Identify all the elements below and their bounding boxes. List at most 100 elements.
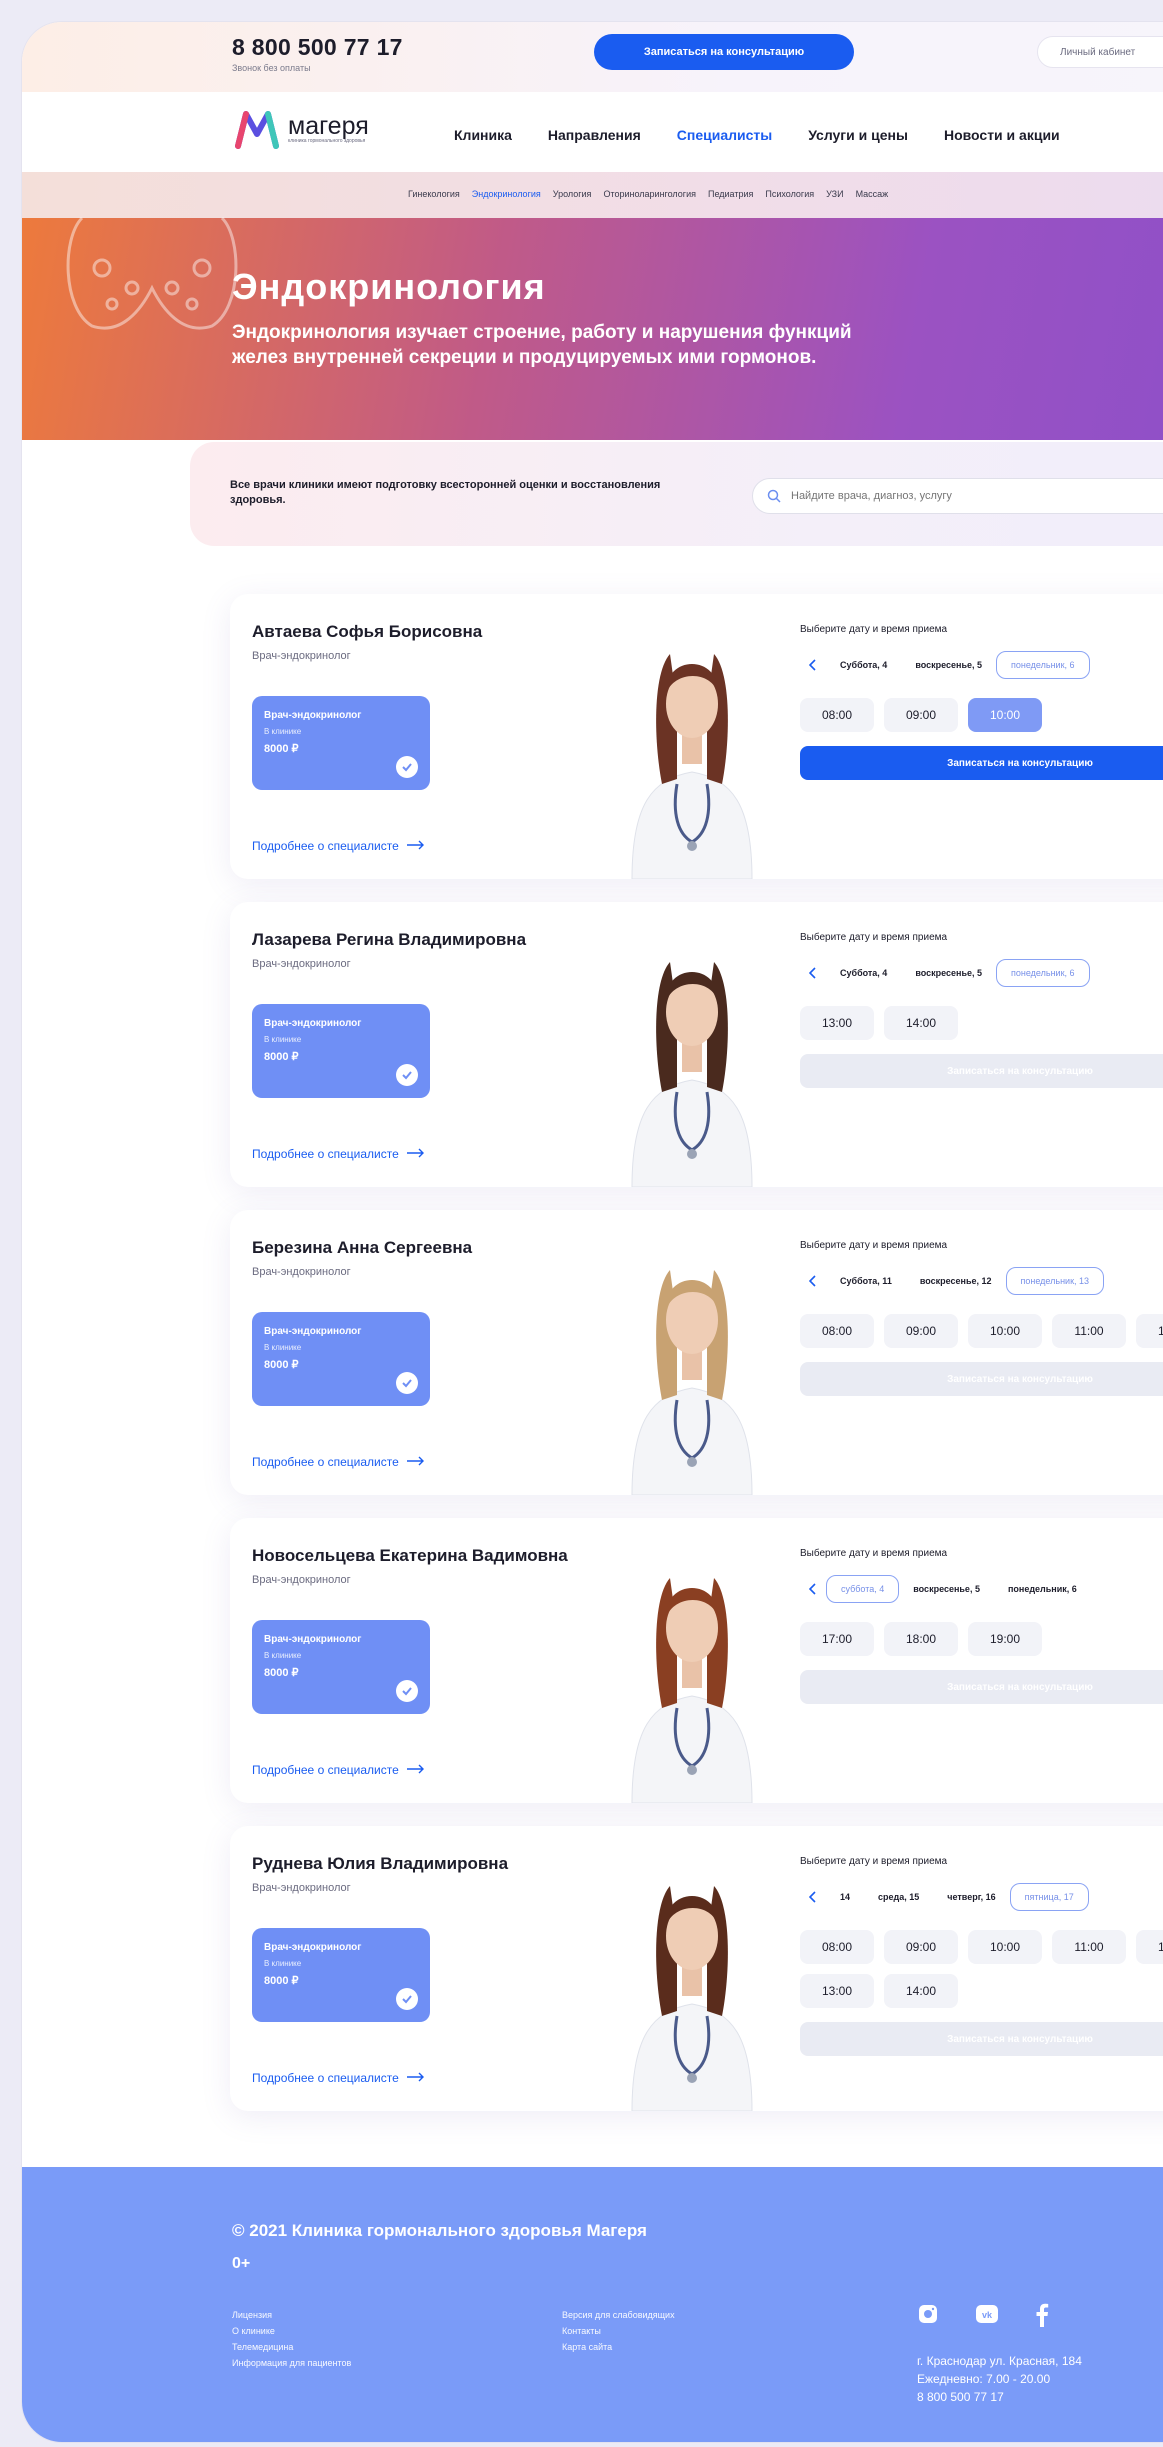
chevron-left-icon[interactable]	[800, 1267, 826, 1295]
time-slot[interactable]: 13:00	[800, 1006, 874, 1040]
day-option[interactable]: понедельник, 6	[996, 651, 1090, 679]
price-card[interactable]: Врач-эндокринолог В клинике 8000 ₽	[252, 1620, 430, 1714]
day-option[interactable]: суббота, 4	[826, 1575, 900, 1603]
subnav-item[interactable]: Педиатрия	[708, 189, 753, 199]
time-slot[interactable]: 08:00	[800, 1930, 874, 1964]
day-option[interactable]: воскресенье, 5	[901, 651, 996, 679]
price-card[interactable]: Врач-эндокринолог В клинике 8000 ₽	[252, 1312, 430, 1406]
book-button[interactable]: Записаться на консультацию	[800, 1054, 1163, 1088]
nav-item[interactable]: Специалисты	[677, 127, 772, 143]
time-slot[interactable]: 11:00	[1052, 1930, 1126, 1964]
doctor-name[interactable]: Лазарева Регина Владимировна	[252, 930, 526, 950]
search-box[interactable]	[752, 478, 1163, 514]
doctor-name[interactable]: Новосельцева Екатерина Вадимовна	[252, 1546, 568, 1566]
subnav-item[interactable]: Эндокринология	[472, 189, 541, 199]
time-slots: 17:00 18:00 19:00	[800, 1622, 1163, 1656]
time-slot[interactable]: 08:00	[800, 698, 874, 732]
book-button[interactable]: Записаться на консультацию	[800, 1670, 1163, 1704]
footer-phone[interactable]: 8 800 500 77 17	[917, 2388, 1082, 2406]
more-link-label: Подробнее о специалисте	[252, 839, 399, 853]
time-slot[interactable]: 19:00	[968, 1622, 1042, 1656]
time-slot[interactable]: 10:00	[968, 1314, 1042, 1348]
time-slot[interactable]: 12:00	[1136, 1930, 1163, 1964]
price-card-price: 8000 ₽	[264, 1051, 299, 1063]
facebook-icon[interactable]	[1035, 2303, 1049, 2327]
day-option[interactable]: пятница, 17	[1009, 1883, 1089, 1911]
time-slot[interactable]: 17:00	[800, 1622, 874, 1656]
day-option[interactable]: воскресенье, 5	[899, 1575, 994, 1603]
day-option[interactable]: понедельник, 6	[994, 1575, 1091, 1603]
subnav-item[interactable]: УЗИ	[826, 189, 843, 199]
time-slot[interactable]: 12:00	[1136, 1314, 1163, 1348]
footer-link[interactable]: Лицензия	[232, 2307, 351, 2323]
footer-link[interactable]: Карта сайта	[562, 2339, 675, 2355]
header-book-button[interactable]: Записаться на консультацию	[594, 34, 854, 70]
chevron-left-icon[interactable]	[800, 959, 826, 987]
nav-item[interactable]: Новости и акции	[944, 127, 1060, 143]
footer-link[interactable]: Информация для пациентов	[232, 2355, 351, 2371]
doctor-card: Новосельцева Екатерина Вадимовна Врач-энд…	[230, 1518, 1163, 1804]
subnav-item[interactable]: Психология	[765, 189, 814, 199]
time-slot[interactable]: 09:00	[884, 1314, 958, 1348]
time-slots: 08:00 09:00 10:00 11:00 12:00 13:00 14:00	[800, 1930, 1163, 2008]
footer-link[interactable]: Версия для слабовидящих	[562, 2307, 675, 2323]
footer-link[interactable]: Телемедицина	[232, 2339, 351, 2355]
price-card[interactable]: Врач-эндокринолог В клинике 8000 ₽	[252, 1004, 430, 1098]
vk-icon[interactable]: vk	[975, 2303, 999, 2325]
day-option[interactable]: понедельник, 13	[1005, 1267, 1105, 1295]
price-card-sub: В клинике	[264, 1035, 302, 1044]
day-option[interactable]: 14	[826, 1883, 864, 1911]
time-slot[interactable]: 09:00	[884, 1930, 958, 1964]
day-option[interactable]: Суббота, 4	[826, 651, 901, 679]
time-slot[interactable]: 18:00	[884, 1622, 958, 1656]
time-slot[interactable]: 14:00	[884, 1974, 958, 2008]
day-option[interactable]: Суббота, 11	[826, 1267, 906, 1295]
price-card[interactable]: Врач-эндокринолог В клинике 8000 ₽	[252, 696, 430, 790]
more-about-link[interactable]: Подробнее о специалисте	[252, 1147, 425, 1161]
subnav-item[interactable]: Массаж	[856, 189, 889, 199]
time-slot[interactable]: 10:00	[968, 698, 1042, 732]
header-phone[interactable]: 8 800 500 77 17	[232, 34, 403, 61]
time-slot[interactable]: 13:00	[800, 1974, 874, 2008]
instagram-icon[interactable]	[917, 2303, 939, 2325]
chevron-left-icon[interactable]	[800, 1883, 826, 1911]
nav-item[interactable]: Направления	[548, 127, 641, 143]
book-button[interactable]: Записаться на консультацию	[800, 1362, 1163, 1396]
day-option[interactable]: Суббота, 4	[826, 959, 901, 987]
price-card[interactable]: Врач-эндокринолог В клинике 8000 ₽	[252, 1928, 430, 2022]
svg-text:vk: vk	[982, 2310, 993, 2320]
cabinet-link[interactable]: Личный кабинет	[1037, 36, 1163, 68]
time-slot[interactable]: 08:00	[800, 1314, 874, 1348]
search-input[interactable]	[791, 490, 1163, 502]
time-slot[interactable]: 09:00	[884, 698, 958, 732]
header-phone-sub: Звонок без оплаты	[232, 63, 311, 73]
more-about-link[interactable]: Подробнее о специалисте	[252, 1455, 425, 1469]
logo[interactable]: магеря клиника гормонального здоровья	[232, 106, 369, 152]
more-about-link[interactable]: Подробнее о специалисте	[252, 1763, 425, 1777]
subnav-item[interactable]: Урология	[553, 189, 592, 199]
day-selector: суббота, 4 воскресенье, 5 понедельник, 6	[800, 1572, 1163, 1606]
doctor-name[interactable]: Руднева Юлия Владимировна	[252, 1854, 508, 1874]
subnav-item[interactable]: Оториноларингология	[603, 189, 696, 199]
day-option[interactable]: воскресенье, 5	[901, 959, 996, 987]
day-option[interactable]: четверг, 16	[933, 1883, 1009, 1911]
chevron-left-icon[interactable]	[800, 1575, 826, 1603]
book-button[interactable]: Записаться на консультацию	[800, 746, 1163, 780]
subnav-item[interactable]: Гинекология	[408, 189, 460, 199]
book-button[interactable]: Записаться на консультацию	[800, 2022, 1163, 2056]
doctor-name[interactable]: Автаева Софья Борисовна	[252, 622, 482, 642]
footer-link[interactable]: Контакты	[562, 2323, 675, 2339]
day-option[interactable]: воскресенье, 12	[906, 1267, 1006, 1295]
nav-item[interactable]: Клиника	[454, 127, 512, 143]
more-about-link[interactable]: Подробнее о специалисте	[252, 2071, 425, 2085]
footer-link[interactable]: О клинике	[232, 2323, 351, 2339]
time-slot[interactable]: 14:00	[884, 1006, 958, 1040]
day-option[interactable]: понедельник, 6	[996, 959, 1090, 987]
day-option[interactable]: среда, 15	[864, 1883, 933, 1911]
time-slot[interactable]: 11:00	[1052, 1314, 1126, 1348]
doctor-name[interactable]: Березина Анна Сергеевна	[252, 1238, 472, 1258]
chevron-left-icon[interactable]	[800, 651, 826, 679]
nav-item[interactable]: Услуги и цены	[808, 127, 908, 143]
more-about-link[interactable]: Подробнее о специалисте	[252, 839, 425, 853]
time-slot[interactable]: 10:00	[968, 1930, 1042, 1964]
